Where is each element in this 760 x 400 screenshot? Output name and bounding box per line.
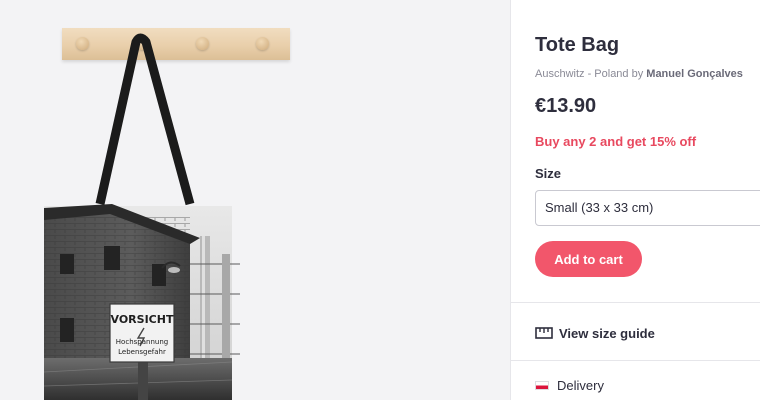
size-guide-link[interactable]: View size guide: [535, 324, 655, 342]
delivery-row[interactable]: Delivery: [535, 378, 604, 393]
delivery-label: Delivery: [557, 378, 604, 393]
tote-strap: [95, 33, 195, 206]
product-title: Tote Bag: [535, 34, 620, 56]
ruler-icon: [535, 327, 553, 339]
size-label: Size: [535, 166, 562, 181]
section-divider: [510, 302, 760, 303]
tote-print: VORSICHT Hochspannung Lebensgefahr: [43, 204, 240, 400]
product-details: Tote Bag Auschwitz - Poland by Manuel Go…: [510, 0, 760, 400]
sign-vorsicht-text: VORSICHT: [111, 313, 174, 326]
tote-bag-image: VORSICHT Hochspannung Lebensgefahr: [40, 32, 240, 400]
section-divider: [510, 360, 760, 361]
size-guide-label: View size guide: [559, 325, 655, 341]
product-price: €13.90: [535, 95, 597, 117]
product-location: Auschwitz - Poland by: [535, 68, 647, 80]
add-to-cart-button[interactable]: Add to cart: [535, 241, 642, 277]
size-select[interactable]: Small (33 x 33 cm): [535, 190, 760, 226]
product-image-panel[interactable]: VORSICHT Hochspannung Lebensgefahr: [0, 0, 510, 400]
artist-link[interactable]: Manuel Gonçalves: [646, 68, 743, 80]
rack-peg: [256, 37, 269, 50]
panel-divider: [510, 0, 511, 400]
promo-text[interactable]: Buy any 2 and get 15% off: [535, 134, 696, 149]
sign-lebensgefahr-text: Lebensgefahr: [118, 348, 166, 356]
poland-flag-icon: [535, 381, 549, 390]
product-subtitle: Auschwitz - Poland by Manuel Gonçalves: [535, 68, 743, 80]
sign-hochspannung-text: Hochspannung: [116, 338, 168, 346]
